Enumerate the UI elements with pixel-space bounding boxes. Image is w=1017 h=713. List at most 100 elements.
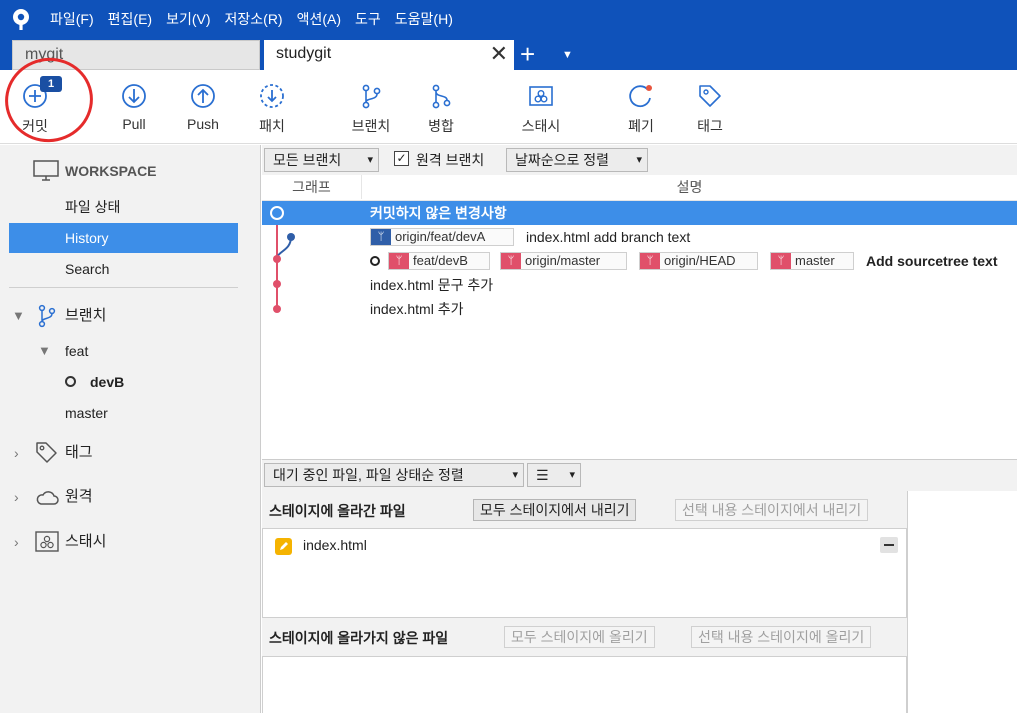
commit-list: 커밋하지 않은 변경사항 ᛘ origin/feat/devA index.htm… bbox=[262, 201, 1017, 457]
patch-icon bbox=[260, 84, 284, 108]
stash-label: 스태시 bbox=[65, 533, 107, 550]
sidebar-item-label: feat bbox=[65, 343, 89, 359]
chevron-right-icon[interactable]: › bbox=[14, 527, 19, 557]
history-filter-bar: 모든 브랜치 ▾ ✓ 원격 브랜치 날짜순으로 정렬 ▾ bbox=[262, 145, 1017, 175]
branch-filter-dropdown[interactable]: 모든 브랜치 ▾ bbox=[264, 148, 379, 172]
chevron-right-icon[interactable]: › bbox=[14, 438, 19, 468]
chevron-down-icon[interactable]: ▼ bbox=[38, 336, 51, 366]
unstage-all-button[interactable]: 모두 스테이지에서 내리기 bbox=[473, 499, 637, 521]
sort-dropdown[interactable]: 날짜순으로 정렬 ▾ bbox=[506, 148, 648, 172]
remote-label: 원격 bbox=[65, 488, 93, 505]
sidebar-item-history[interactable]: History bbox=[9, 223, 238, 253]
stage-selected-button[interactable]: 선택 내용 스테이지에 올리기 bbox=[691, 626, 872, 648]
menu-tools[interactable]: 도구 bbox=[355, 9, 381, 29]
branch-icon bbox=[38, 304, 56, 328]
branch-ref-badge[interactable]: ᛘ master bbox=[770, 252, 854, 270]
sidebar: WORKSPACE 파일 상태 History Search ▼ 브랜치 ▼ f… bbox=[0, 145, 261, 713]
cloud-icon bbox=[36, 491, 59, 505]
sort-value: 날짜순으로 정렬 bbox=[515, 152, 610, 168]
sidebar-item-file-status[interactable]: 파일 상태 bbox=[0, 192, 261, 222]
menu-edit[interactable]: 편집(E) bbox=[108, 9, 152, 29]
menu-help[interactable]: 도움말(H) bbox=[395, 9, 453, 29]
chevron-down-icon[interactable]: ▼ bbox=[12, 301, 25, 331]
chevron-down-icon: ▾ bbox=[367, 154, 373, 166]
unstage-file-icon[interactable] bbox=[880, 537, 898, 553]
sidebar-tags-header[interactable]: › 태그 bbox=[0, 438, 261, 468]
ref-label: master bbox=[795, 253, 835, 268]
sidebar-item-label: master bbox=[65, 405, 108, 421]
pull-button[interactable]: Pull bbox=[99, 70, 169, 144]
file-name: index.html bbox=[303, 537, 367, 553]
chevron-right-icon[interactable]: › bbox=[14, 482, 19, 512]
branch-button[interactable]: 브랜치 bbox=[336, 70, 406, 144]
remote-branches-checkbox[interactable]: ✓ bbox=[394, 151, 409, 166]
branch-ref-badge[interactable]: ᛘ origin/master bbox=[500, 252, 627, 270]
tab-studygit[interactable]: studygit ✕ bbox=[264, 40, 514, 70]
branch-ref-badge[interactable]: ᛘ origin/feat/devA bbox=[370, 228, 514, 246]
uncommitted-node-icon bbox=[270, 206, 284, 220]
commit-row[interactable]: index.html 추가 bbox=[262, 297, 1017, 321]
push-label: Push bbox=[187, 116, 219, 132]
push-button[interactable]: Push bbox=[168, 70, 238, 144]
commit-row[interactable]: ᛘ origin/feat/devA index.html add branch … bbox=[262, 225, 1017, 249]
branch-filter-value: 모든 브랜치 bbox=[273, 152, 342, 168]
commit-row[interactable]: 커밋하지 않은 변경사항 bbox=[262, 201, 1017, 225]
pull-arrow-icon bbox=[122, 84, 146, 108]
discard-button[interactable]: 폐기 bbox=[606, 70, 676, 144]
sidebar-item-label: History bbox=[65, 230, 109, 246]
sidebar-item-master[interactable]: master bbox=[0, 398, 261, 428]
branch-icon: ᛘ bbox=[389, 253, 409, 269]
sidebar-workspace-header: WORKSPACE bbox=[0, 156, 261, 186]
commit-count-badge: 1 bbox=[40, 76, 62, 92]
pull-label: Pull bbox=[122, 116, 146, 132]
chevron-down-icon: ▾ bbox=[569, 469, 575, 481]
sidebar-stash-header[interactable]: › 스태시 bbox=[0, 527, 261, 557]
current-branch-icon bbox=[65, 376, 76, 387]
menu-actions[interactable]: 액션(A) bbox=[297, 9, 341, 29]
commit-message: index.html 추가 bbox=[370, 301, 464, 317]
list-item[interactable]: index.html bbox=[263, 534, 906, 558]
ref-label: origin/feat/devA bbox=[395, 229, 486, 244]
sidebar-branches-header[interactable]: ▼ 브랜치 bbox=[0, 301, 261, 331]
sidebar-item-label: devB bbox=[90, 374, 125, 390]
stash-icon bbox=[529, 86, 553, 106]
add-tab-icon[interactable]: + bbox=[520, 38, 535, 70]
commit-message: 커밋하지 않은 변경사항 bbox=[370, 205, 507, 221]
chevron-down-icon[interactable]: ▼ bbox=[562, 38, 573, 72]
menu-view[interactable]: 보기(V) bbox=[166, 9, 210, 29]
commit-button[interactable]: 1 커밋 bbox=[0, 70, 70, 144]
branch-icon: ᛘ bbox=[371, 229, 391, 245]
sidebar-item-feat[interactable]: ▼ feat bbox=[0, 336, 261, 366]
patch-button[interactable]: 패치 bbox=[237, 70, 307, 144]
sidebar-item-label: 파일 상태 bbox=[65, 199, 121, 215]
sidebar-item-search[interactable]: Search bbox=[0, 254, 261, 284]
merge-button[interactable]: 병합 bbox=[406, 70, 476, 144]
file-sort-dropdown[interactable]: 대기 중인 파일, 파일 상태순 정렬 ▾ bbox=[264, 463, 524, 487]
tab-mygit[interactable]: mygit bbox=[12, 40, 260, 70]
branch-icon: ᛘ bbox=[771, 253, 791, 269]
stash-button[interactable]: 스태시 bbox=[506, 70, 576, 144]
stage-all-button[interactable]: 모두 스테이지에 올리기 bbox=[504, 626, 655, 648]
file-sort-value: 대기 중인 파일, 파일 상태순 정렬 bbox=[273, 467, 464, 483]
branch-icon bbox=[362, 84, 381, 109]
sidebar-item-devb[interactable]: devB bbox=[0, 367, 261, 397]
description-column-header[interactable]: 설명 bbox=[362, 175, 1017, 199]
stash-label: 스태시 bbox=[521, 118, 561, 134]
unstage-selected-button[interactable]: 선택 내용 스테이지에서 내리기 bbox=[675, 499, 869, 521]
graph-column-header[interactable]: 그래프 bbox=[262, 175, 362, 199]
branch-ref-badge[interactable]: ᛘ origin/HEAD bbox=[639, 252, 758, 270]
patch-label: 패치 bbox=[259, 118, 285, 134]
sidebar-divider bbox=[9, 287, 238, 288]
merge-icon bbox=[432, 84, 451, 109]
close-icon[interactable]: ✕ bbox=[490, 40, 508, 68]
sidebar-item-label: Search bbox=[65, 261, 110, 277]
branches-label: 브랜치 bbox=[65, 307, 107, 324]
menu-repository[interactable]: 저장소(R) bbox=[225, 9, 283, 29]
commit-row[interactable]: ᛘ feat/devB ᛘ origin/master ᛘ origin/HEAD ᛘ… bbox=[262, 249, 1017, 273]
menu-file[interactable]: 파일(F) bbox=[50, 9, 94, 29]
branch-ref-badge[interactable]: ᛘ feat/devB bbox=[388, 252, 490, 270]
sidebar-remote-header[interactable]: › 원격 bbox=[0, 482, 261, 512]
commit-row[interactable]: index.html 문구 추가 bbox=[262, 273, 1017, 297]
tag-button[interactable]: 태그 bbox=[675, 70, 745, 144]
file-view-dropdown[interactable]: ☰ ▾ bbox=[527, 463, 581, 487]
